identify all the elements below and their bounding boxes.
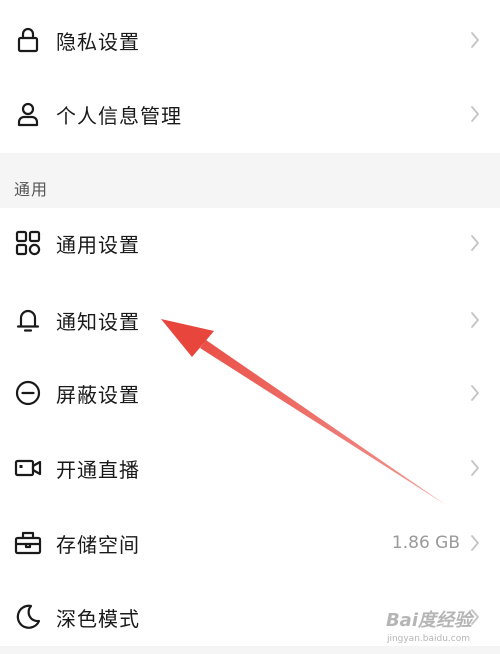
block-settings-item[interactable]: 屏蔽设置 <box>0 356 500 430</box>
personal-info-label: 个人信息管理 <box>56 103 182 128</box>
grid-icon <box>13 228 43 258</box>
open-live-stream-item[interactable]: 开通直播 <box>0 431 500 505</box>
watermark-url: jingyan.baidu.com <box>386 634 470 644</box>
chevron-right-icon <box>468 456 482 480</box>
chevron-right-icon <box>468 231 482 255</box>
bell-icon <box>13 305 43 335</box>
section-header-general: 通用 <box>14 180 49 199</box>
lock-icon <box>13 25 43 55</box>
general-settings-label: 通用设置 <box>56 232 140 257</box>
moon-icon <box>13 602 43 632</box>
notification-settings-item[interactable]: 通知设置 <box>0 283 500 357</box>
open-live-stream-label: 开通直播 <box>56 457 140 482</box>
general-settings-item[interactable]: 通用设置 <box>0 206 500 280</box>
storage-icon <box>13 528 43 558</box>
person-icon <box>13 99 43 129</box>
storage-item[interactable]: 存储空间 1.86 GB <box>0 506 500 580</box>
block-icon <box>13 378 43 408</box>
dark-mode-label: 深色模式 <box>56 606 140 631</box>
chevron-right-icon <box>468 381 482 405</box>
privacy-settings-label: 隐私设置 <box>56 29 140 54</box>
privacy-settings-item[interactable]: 隐私设置 <box>0 3 500 77</box>
video-camera-icon <box>13 453 43 483</box>
chevron-right-icon <box>468 531 482 555</box>
chevron-right-icon <box>468 308 482 332</box>
chevron-right-icon <box>468 102 482 126</box>
block-settings-label: 屏蔽设置 <box>56 382 140 407</box>
chevron-right-icon <box>468 28 482 52</box>
storage-value: 1.86 GB <box>391 533 460 553</box>
storage-label: 存储空间 <box>56 532 140 557</box>
watermark-logo: Bai度经验 <box>385 610 472 631</box>
personal-info-item[interactable]: 个人信息管理 <box>0 77 500 151</box>
notification-settings-label: 通知设置 <box>56 309 140 334</box>
